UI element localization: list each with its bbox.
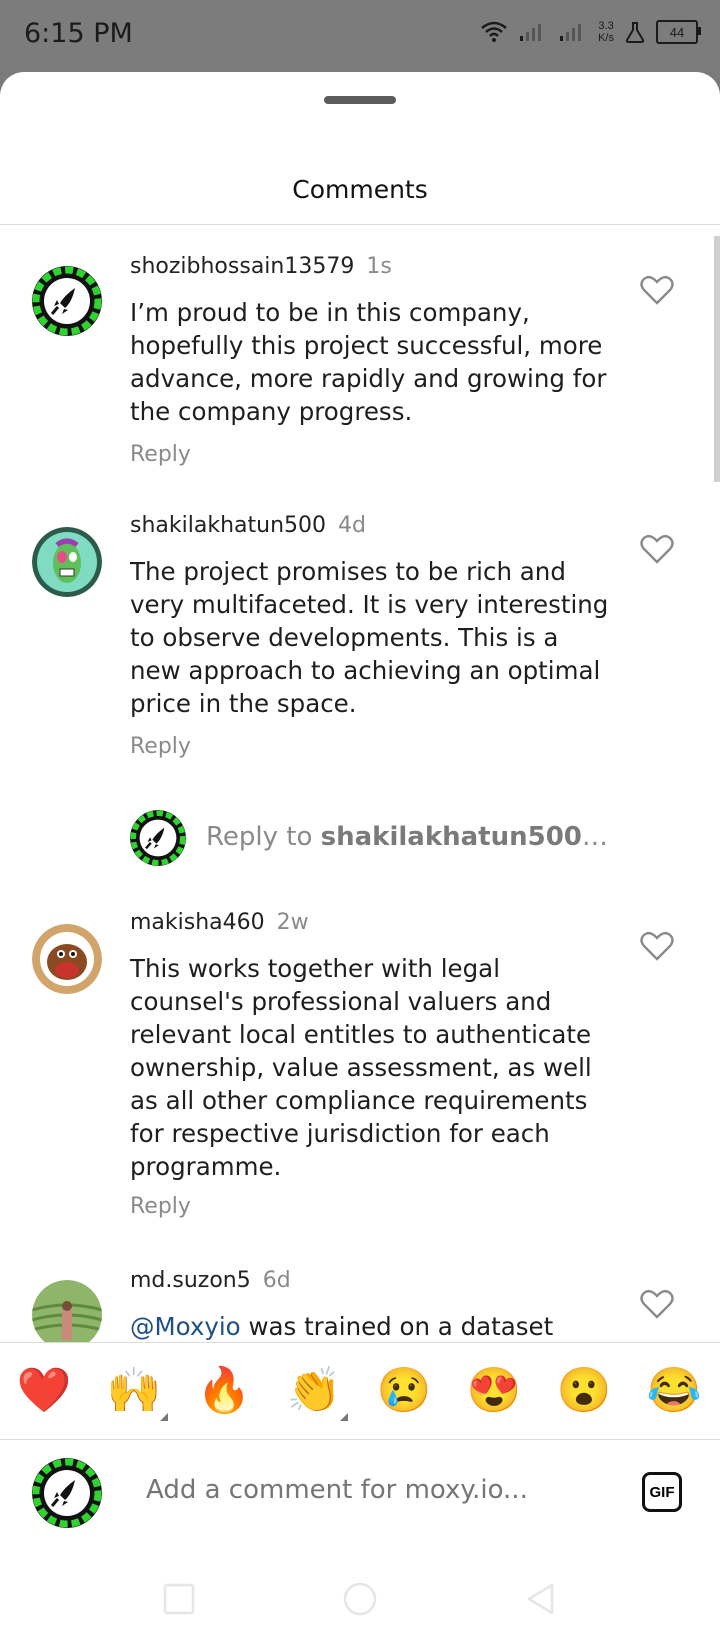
comment-username[interactable]: makisha460 <box>130 910 265 935</box>
heart-icon[interactable] <box>640 930 674 962</box>
back-icon[interactable] <box>524 1582 558 1616</box>
scrollbar[interactable] <box>714 236 720 482</box>
home-icon[interactable] <box>343 1582 377 1616</box>
emoji-surprised[interactable]: 😮 <box>556 1363 612 1419</box>
comment-text: This works together with legal counsel's… <box>130 954 592 1181</box>
reply-to-username: shakilakhatun500 <box>320 822 582 852</box>
comment-time: 1s <box>366 254 392 279</box>
comment-header: shozibhossain13579 1s <box>130 254 392 279</box>
rocket-avatar-icon <box>130 810 186 866</box>
reply-button[interactable]: Reply <box>130 734 191 759</box>
comment-time: 6d <box>262 1268 291 1293</box>
heart-icon[interactable] <box>640 274 674 306</box>
reply-to-suffix: … <box>581 822 608 852</box>
gif-button[interactable]: GIF <box>642 1472 682 1512</box>
wifi-icon <box>481 21 507 42</box>
comment-header: md.suzon5 6d <box>130 1268 291 1293</box>
comment-input[interactable] <box>144 1474 588 1506</box>
heart-icon[interactable] <box>640 533 674 565</box>
photo-avatar-icon <box>32 1280 102 1342</box>
comment-username[interactable]: shozibhossain13579 <box>130 254 354 279</box>
flask-icon <box>625 22 645 43</box>
emoji-heart-eyes[interactable]: 😍 <box>466 1363 522 1419</box>
comment-time: 2w <box>276 910 309 935</box>
emoji-crying[interactable]: 😢 <box>376 1363 432 1419</box>
header-divider <box>0 224 720 225</box>
reply-to-prefix: Reply to <box>206 822 321 852</box>
network-speed: 3.3 K/s <box>598 20 614 44</box>
comment-composer: GIF <box>0 1440 720 1560</box>
network-speed-value: 3.3 <box>598 20 614 32</box>
reply-avatar <box>130 810 186 866</box>
comment-header: makisha460 2w <box>130 910 309 935</box>
emoji-laughing[interactable]: 😂 <box>646 1363 702 1419</box>
emoji-raised-hands[interactable]: 🙌 <box>106 1363 162 1419</box>
comment-header: shakilakhatun500 4d <box>130 513 366 538</box>
skin-tone-indicator <box>160 1413 168 1421</box>
comment-text: @Moxyio was trained on a dataset <box>130 1310 690 1342</box>
emoji-clap[interactable]: 👏 <box>286 1363 342 1419</box>
avatar-zombie[interactable] <box>32 527 102 597</box>
signal-icon <box>520 24 542 41</box>
comment-text-body: was trained on a dataset <box>240 1312 554 1341</box>
comment-username[interactable]: shakilakhatun500 <box>130 513 326 538</box>
avatar-rocket[interactable] <box>32 266 102 336</box>
comment-time: 4d <box>338 513 366 538</box>
emoji-fire[interactable]: 🔥 <box>196 1363 252 1419</box>
comment-username[interactable]: md.suzon5 <box>130 1268 251 1293</box>
rocket-avatar-icon <box>32 1458 102 1528</box>
reply-button[interactable]: Reply <box>130 442 191 467</box>
zombie-avatar-icon <box>32 527 102 597</box>
status-time: 6:15 PM <box>24 18 133 49</box>
emoji-heart[interactable]: ❤️ <box>16 1363 72 1419</box>
drag-handle[interactable] <box>324 96 396 104</box>
skin-tone-indicator <box>340 1413 348 1421</box>
comment-text: I’m proud to be in this company, hopeful… <box>130 298 607 426</box>
avatar-photo[interactable] <box>32 1280 102 1342</box>
navigation-bar <box>0 1560 720 1640</box>
heart-icon[interactable] <box>640 1288 674 1320</box>
sheet-title: Comments <box>292 175 428 204</box>
rocket-avatar-icon <box>32 266 102 336</box>
reply-button[interactable]: Reply <box>130 1194 191 1219</box>
battery-indicator: 44 <box>656 20 701 44</box>
avatar-taz[interactable] <box>32 924 102 994</box>
mention-link[interactable]: @Moxyio <box>130 1312 241 1341</box>
status-bar: 6:15 PM 3.3 K/s 44 <box>0 0 720 72</box>
recents-icon[interactable] <box>162 1582 196 1616</box>
network-speed-unit: K/s <box>598 32 614 44</box>
my-avatar <box>32 1458 102 1528</box>
comment-text: The project promises to be rich and very… <box>130 557 609 718</box>
reply-to-prompt[interactable]: Reply to shakilakhatun500… <box>130 810 650 866</box>
status-icons: 3.3 K/s 44 <box>480 20 701 44</box>
signal-icon-2 <box>560 24 582 41</box>
emoji-bar: ❤️ 🙌 🔥 👏 😢 😍 😮 😂 <box>0 1343 720 1439</box>
reply-to-text: Reply to shakilakhatun500… <box>206 822 608 852</box>
cartoon-avatar-icon <box>32 924 102 994</box>
comment-item: md.suzon5 6d @Moxyio was trained on a dat… <box>0 1268 720 1342</box>
